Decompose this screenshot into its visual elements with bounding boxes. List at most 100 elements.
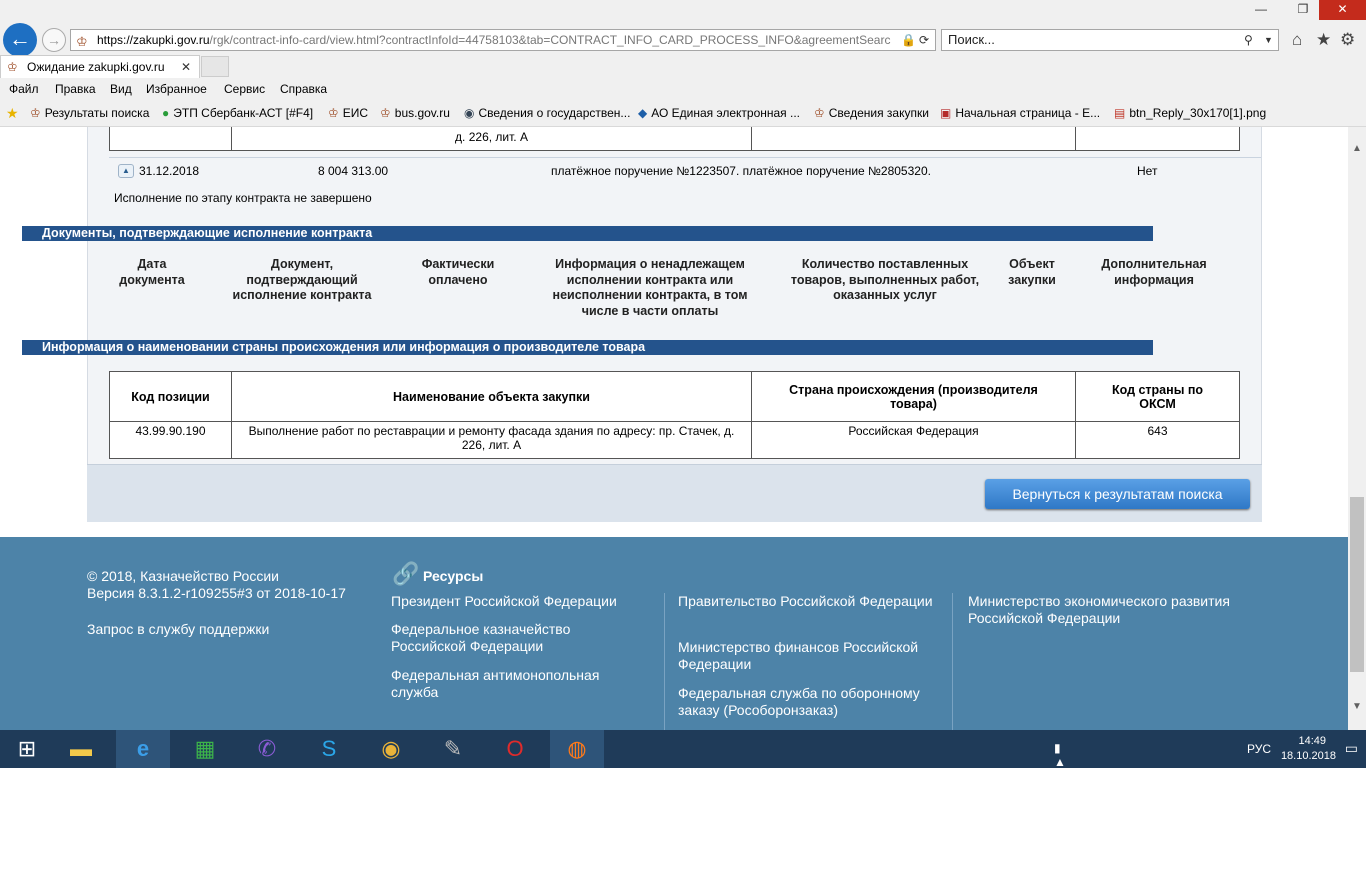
table-cell: д. 226, лит. А: [231, 127, 752, 151]
file-explorer-icon[interactable]: ▬: [54, 730, 108, 768]
previous-table-fragment: д. 226, лит. А: [109, 127, 1240, 151]
menu-edit[interactable]: Правка: [55, 78, 96, 100]
copyright: © 2018, Казначейство России: [87, 568, 279, 584]
gimp-icon[interactable]: ✎: [426, 730, 480, 768]
taskbar: ⊞ ▬ e ▦ ✆ S ◉ ✎ O ◍ ▮ ▲ ▶ ✔ ◭ ☁ ▯ ▮ ♪ ✉ …: [0, 730, 1366, 881]
favorite-item[interactable]: ▤ btn_Reply_30x170[1].png: [1114, 100, 1266, 127]
lock-icon: 🔒: [901, 33, 916, 47]
settings-gear-icon[interactable]: ⚙: [1340, 30, 1355, 50]
column-header: Дополнительная информация: [1101, 257, 1207, 287]
contract-panel: [87, 127, 1262, 522]
minimize-button[interactable]: —: [1246, 0, 1276, 20]
menu-file[interactable]: Файл: [9, 78, 39, 100]
section-title: Информация о наименовании страны происхо…: [22, 340, 1153, 355]
divider: [952, 593, 953, 730]
menu-bar: Файл Правка Вид Избранное Сервис Справка: [0, 78, 1366, 100]
favorite-item[interactable]: ♔ Результаты поиска: [30, 100, 149, 127]
menu-tools[interactable]: Сервис: [224, 78, 265, 100]
chevron-down-icon[interactable]: ▼: [1264, 30, 1273, 50]
scroll-down-icon[interactable]: ▼: [1352, 701, 1362, 712]
country-table: Код позиции Наименование объекта закупки…: [109, 371, 1240, 459]
tray-icons[interactable]: ▮ ▲ ▶ ✔ ◭ ☁ ▯ ▮ ♪ ✉: [1054, 741, 1066, 881]
footer-link[interactable]: Правительство Российской Федерации: [678, 593, 938, 610]
divider: [664, 593, 665, 730]
home-icon[interactable]: ⌂: [1292, 30, 1302, 50]
search-box[interactable]: Поиск... ⚲ ▼: [941, 29, 1279, 51]
tab-favicon-icon: ♔: [7, 60, 18, 74]
column-header: Код страны по ОКСМ: [1075, 371, 1240, 422]
internet-explorer-icon[interactable]: e: [116, 730, 170, 768]
column-header: Информация о ненадлежащем исполнении кон…: [552, 257, 748, 318]
scrollbar-thumb[interactable]: [1350, 497, 1364, 672]
close-tab-icon[interactable]: ✕: [181, 56, 191, 78]
firefox-icon[interactable]: ◍: [550, 730, 604, 768]
vertical-scrollbar[interactable]: ▲ ▼: [1348, 127, 1366, 730]
favorite-item[interactable]: ◉ Сведения о государствен...: [464, 100, 630, 127]
menu-help[interactable]: Справка: [280, 78, 327, 100]
favorite-item[interactable]: ▣ Начальная страница - E...: [940, 100, 1100, 127]
page-content: д. 226, лит. А ▲ 31.12.2018 8 004 313.00…: [0, 127, 1348, 730]
opera-icon[interactable]: O: [488, 730, 542, 768]
table-row: 43.99.90.190 Выполнение работ по реставр…: [109, 421, 1240, 459]
table-cell: 43.99.90.190: [109, 421, 232, 459]
skype-icon[interactable]: S: [302, 730, 356, 768]
footer-link[interactable]: Федеральное казначейство Российской Феде…: [391, 621, 641, 655]
tab-title: Ожидание zakupki.gov.ru: [27, 60, 165, 74]
column-header: Код позиции: [109, 371, 232, 422]
divider: [109, 157, 1261, 158]
footer-link[interactable]: Министерство экономического развития Рос…: [968, 593, 1268, 627]
menu-view[interactable]: Вид: [110, 78, 132, 100]
column-header: Дата документа: [119, 257, 185, 287]
close-window-button[interactable]: ✕: [1319, 0, 1366, 20]
footer-link[interactable]: Федеральная служба по оборонному заказу …: [678, 685, 938, 719]
column-header: Объект закупки: [1008, 257, 1056, 287]
column-header: Фактически оплачено: [421, 257, 495, 287]
favorites-star-icon[interactable]: ★: [1316, 30, 1331, 50]
language-indicator[interactable]: РУС: [1247, 742, 1271, 756]
search-input[interactable]: Поиск...: [948, 32, 995, 47]
chrome-icon[interactable]: ◉: [364, 730, 418, 768]
payment-date: 31.12.2018: [139, 164, 200, 178]
address-bar[interactable]: ♔ https://zakupki.gov.ru/rgk/contract-in…: [70, 29, 936, 51]
search-icon[interactable]: ⚲: [1244, 30, 1253, 50]
support-link[interactable]: Запрос в службу поддержки: [87, 621, 269, 638]
column-header: Страна происхождения (производителя това…: [751, 371, 1076, 422]
start-windows-icon[interactable]: ⊞: [0, 730, 54, 768]
add-favorite-star-icon[interactable]: ★: [6, 100, 19, 127]
menu-favorites[interactable]: Избранное: [146, 78, 207, 100]
new-tab-button[interactable]: [201, 56, 229, 77]
seal-icon: ◉: [464, 106, 475, 120]
tab-active[interactable]: ♔ Ожидание zakupki.gov.ru ✕: [0, 55, 200, 78]
scroll-up-icon[interactable]: ▲: [1352, 143, 1362, 154]
footer-link[interactable]: Министерство финансов Российской Федерац…: [678, 639, 938, 673]
favorites-bar: ★ ♔ Результаты поиска ● ЭТП Сбербанк-АСТ […: [0, 100, 1366, 127]
footer-link[interactable]: Президент Российской Федерации: [391, 593, 641, 610]
column-header: Количество поставленных товаров, выполне…: [790, 257, 980, 302]
site-favicon-icon: ♔: [76, 34, 88, 49]
forward-button[interactable]: →: [42, 28, 66, 52]
footer-link[interactable]: Федеральная антимонопольная служба: [391, 667, 641, 701]
clock-time[interactable]: 14:49: [1298, 735, 1326, 747]
payment-amount: 8 004 313.00: [318, 164, 389, 178]
site-footer: © 2018, Казначейство России Версия 8.3.1…: [0, 537, 1348, 730]
payment-flag: Нет: [1137, 164, 1158, 178]
back-button[interactable]: ←: [3, 23, 37, 57]
notifications-icon[interactable]: ▭: [1345, 740, 1358, 757]
collapse-icon[interactable]: ▲: [118, 164, 134, 178]
back-to-results-button[interactable]: Вернуться к результатам поиска: [985, 479, 1250, 509]
clock-date[interactable]: 18.10.2018: [1281, 750, 1336, 762]
store-icon[interactable]: ▦: [178, 730, 232, 768]
stage-status: Исполнение по этапу контракта не заверше…: [114, 191, 372, 205]
refresh-icon[interactable]: ⟳: [919, 30, 929, 50]
favorite-item[interactable]: ♔ bus.gov.ru: [380, 100, 450, 127]
emblem-icon: ♔: [380, 106, 391, 120]
sber-icon: ●: [162, 106, 170, 120]
favorite-item[interactable]: ♔ ЕИС: [328, 100, 368, 127]
viber-icon[interactable]: ✆: [240, 730, 294, 768]
favorite-item[interactable]: ● ЭТП Сбербанк-АСТ [#F4]: [162, 100, 313, 127]
table-cell: Выполнение работ по реставрации и ремонт…: [231, 421, 752, 459]
section-title: Документы, подтверждающие исполнение кон…: [22, 226, 1153, 241]
favorite-item[interactable]: ♔ Сведения закупки: [814, 100, 929, 127]
maximize-button[interactable]: ❐: [1288, 0, 1318, 20]
favorite-item[interactable]: ◆ АО Единая электронная ...: [638, 100, 800, 127]
